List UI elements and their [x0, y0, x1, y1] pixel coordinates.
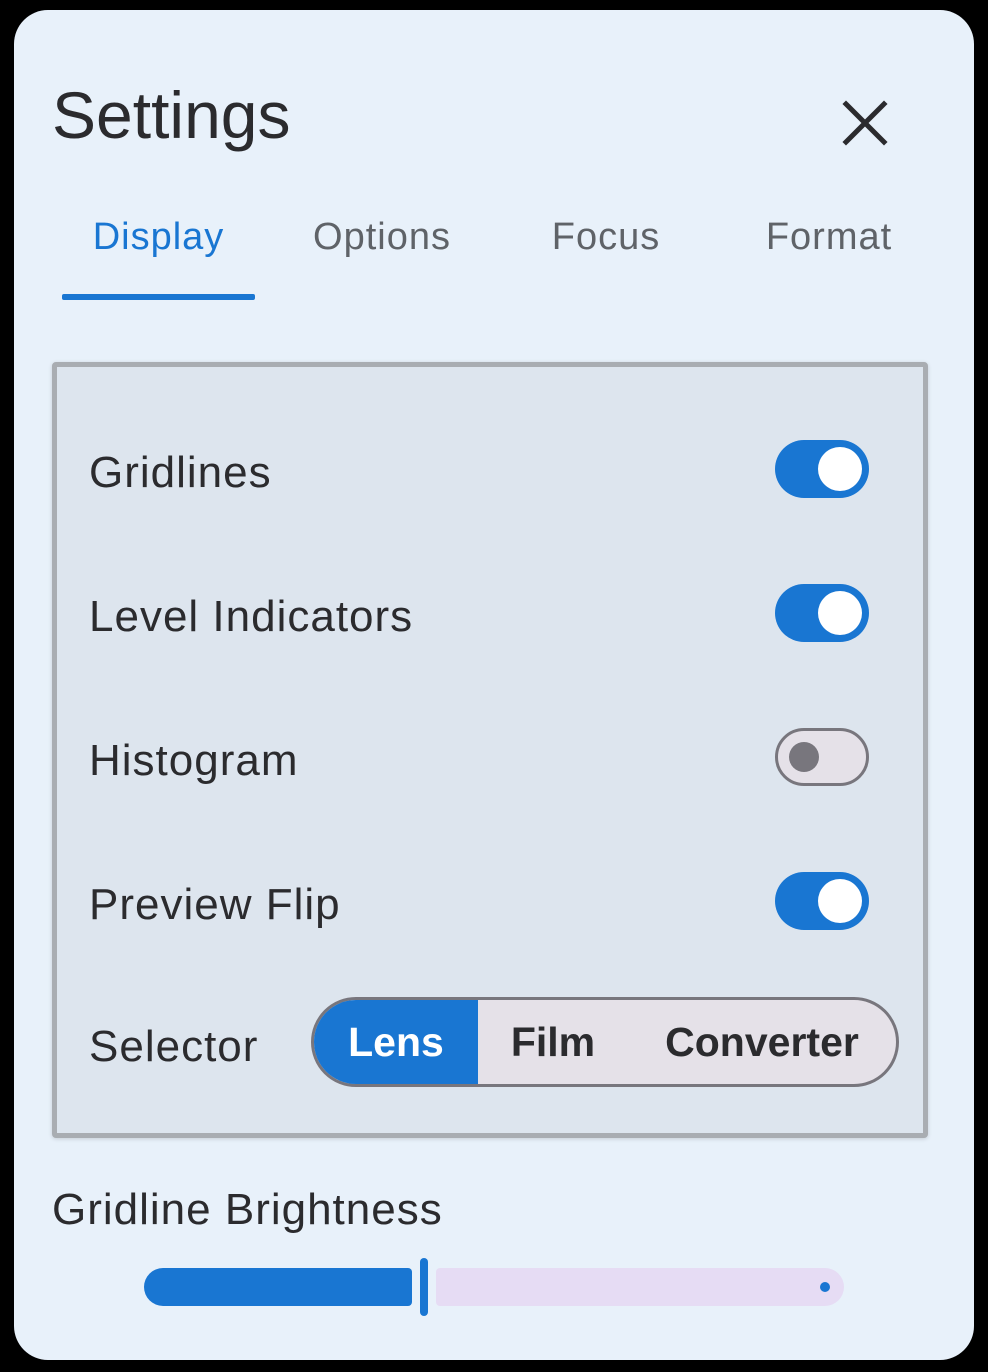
slider-inactive-track: [436, 1268, 844, 1306]
histogram-toggle[interactable]: [775, 728, 869, 786]
selector-option-film[interactable]: Film: [478, 1000, 628, 1084]
gridlines-toggle[interactable]: [775, 440, 869, 498]
toggle-knob: [789, 742, 819, 772]
gridline-brightness-slider[interactable]: [144, 1254, 844, 1318]
level-indicators-label: Level Indicators: [89, 592, 414, 641]
dialog-title: Settings: [52, 78, 291, 152]
selector-option-lens[interactable]: Lens: [314, 1000, 478, 1084]
level-indicators-toggle[interactable]: [775, 584, 869, 642]
settings-dialog: Settings Display Options Focus Format Gr…: [14, 10, 974, 1360]
slider-thumb[interactable]: [420, 1258, 428, 1316]
toggle-knob: [818, 447, 862, 491]
tab-options[interactable]: Options: [290, 216, 474, 306]
tab-focus[interactable]: Focus: [534, 216, 678, 306]
preview-flip-toggle[interactable]: [775, 872, 869, 930]
gridline-brightness-label: Gridline Brightness: [52, 1185, 443, 1234]
selector-segmented-control: Lens Film Converter: [311, 997, 899, 1087]
tab-display[interactable]: Display: [62, 216, 255, 306]
toggle-knob: [818, 591, 862, 635]
slider-active-track: [144, 1268, 412, 1306]
selector-option-converter[interactable]: Converter: [628, 1000, 896, 1084]
histogram-label: Histogram: [89, 736, 299, 785]
slider-stop-indicator: [820, 1282, 830, 1292]
preview-flip-label: Preview Flip: [89, 880, 341, 929]
toggle-knob: [818, 879, 862, 923]
display-settings-card: Gridlines Level Indicators Histogram Pre…: [52, 362, 928, 1138]
close-icon: [842, 100, 888, 146]
selector-label: Selector: [89, 1022, 259, 1071]
close-button[interactable]: [830, 88, 900, 158]
active-tab-indicator: [62, 294, 255, 300]
gridlines-label: Gridlines: [89, 448, 272, 497]
tab-format[interactable]: Format: [748, 216, 910, 306]
tab-bar: Display Options Focus Format: [14, 216, 974, 306]
